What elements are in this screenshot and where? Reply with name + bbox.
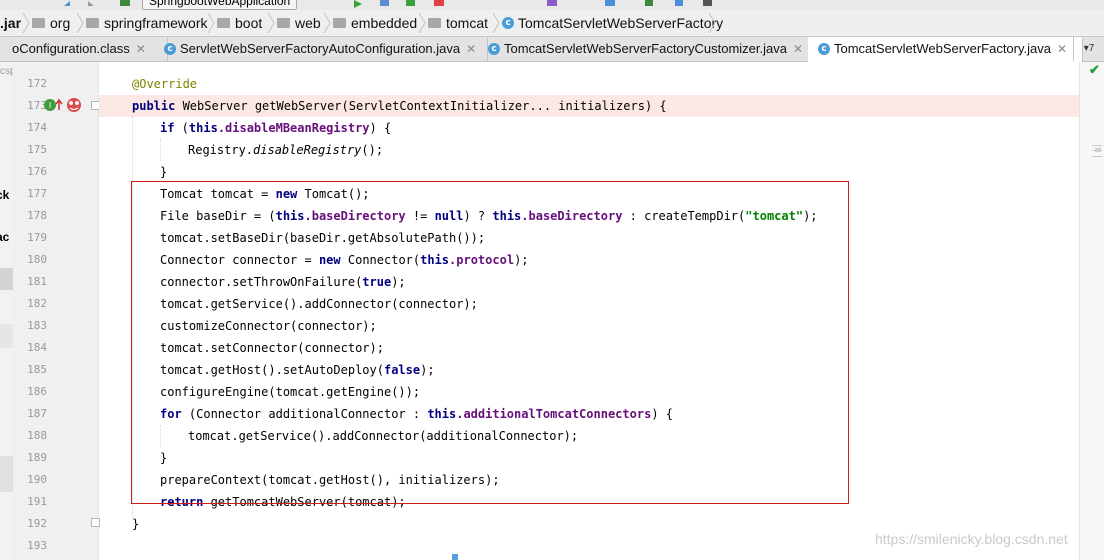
svg-text:I: I bbox=[49, 101, 51, 110]
folder-icon bbox=[277, 18, 290, 29]
breadcrumb-item-embedded[interactable]: embedded bbox=[333, 10, 417, 36]
tree-row[interactable] bbox=[0, 268, 13, 290]
close-icon[interactable]: ✕ bbox=[1057, 42, 1067, 56]
chevron-right-icon bbox=[418, 12, 426, 34]
line-number: 191 bbox=[27, 495, 47, 508]
indent-guide bbox=[160, 139, 161, 161]
breadcrumb-item-web[interactable]: web bbox=[277, 10, 321, 36]
main-toolbar: SpringbootWebApplication bbox=[0, 0, 1104, 10]
line-number: 178 bbox=[27, 209, 47, 222]
side-label[interactable]: ck bbox=[0, 188, 9, 202]
line-number: 185 bbox=[27, 363, 47, 376]
folder-icon bbox=[32, 18, 45, 29]
code-line-174: if (this.disableMBeanRegistry) { bbox=[160, 121, 392, 135]
line-number: 172 bbox=[27, 77, 47, 90]
breadcrumb-item-springframework[interactable]: springframework bbox=[86, 10, 207, 36]
line-number: 182 bbox=[27, 297, 47, 310]
tab-servlet-web-server-factory-auto-configuration[interactable]: c ServletWebServerFactoryAutoConfiguratio… bbox=[156, 37, 488, 61]
line-number: 192 bbox=[27, 517, 47, 530]
line-number: 180 bbox=[27, 253, 47, 266]
editor-tabs: oConfiguration.class ✕ c ServletWebServerF… bbox=[0, 37, 1104, 62]
breadcrumb-item-org[interactable]: org bbox=[32, 10, 70, 36]
folder-icon bbox=[86, 18, 99, 29]
tab-label: ServletWebServerFactoryAutoConfiguration… bbox=[180, 41, 461, 56]
chevron-right-icon bbox=[492, 12, 500, 34]
code-line-175: Registry.disableRegistry(); bbox=[188, 143, 384, 157]
line-number: 181 bbox=[27, 275, 47, 288]
folder-icon bbox=[428, 18, 441, 29]
code-line-172: @Override bbox=[132, 77, 198, 91]
class-icon: c bbox=[818, 42, 830, 55]
project-panel: csp ck ac bbox=[0, 62, 14, 560]
tree-row[interactable] bbox=[0, 456, 13, 492]
close-icon[interactable]: ✕ bbox=[793, 42, 803, 56]
line-number: 193 bbox=[27, 539, 47, 552]
navigate-arrows-icon[interactable] bbox=[60, 0, 100, 8]
line-number: 187 bbox=[27, 407, 47, 420]
debug-bug-icon[interactable] bbox=[64, 95, 84, 115]
line-number: 179 bbox=[27, 231, 47, 244]
line-number: 190 bbox=[27, 473, 47, 486]
chevron-right-icon bbox=[323, 12, 331, 34]
breadcrumb-item-boot[interactable]: boot bbox=[217, 10, 262, 36]
line-number: 183 bbox=[27, 319, 47, 332]
inspection-ok-icon[interactable]: ✔ bbox=[1089, 62, 1100, 78]
class-icon: c bbox=[488, 42, 500, 55]
chevron-right-icon bbox=[207, 12, 215, 34]
line-number: 188 bbox=[27, 429, 47, 442]
chevron-right-icon bbox=[22, 12, 30, 34]
class-icon: c bbox=[164, 42, 176, 55]
line-number: 184 bbox=[27, 341, 47, 354]
breadcrumb-item-class[interactable]: c TomcatServletWebServerFactory bbox=[502, 10, 723, 36]
vcs-tools-icons[interactable] bbox=[545, 0, 715, 8]
tab-overflow-button[interactable]: ▾7 bbox=[1073, 37, 1104, 61]
run-debug-stop-icons[interactable] bbox=[350, 0, 460, 8]
tab-label: oConfiguration.class bbox=[12, 41, 130, 56]
line-number: 189 bbox=[27, 451, 47, 464]
run-configuration-selector[interactable]: SpringbootWebApplication bbox=[142, 0, 298, 10]
line-number: 177 bbox=[27, 187, 47, 200]
code-line-176: } bbox=[160, 165, 168, 179]
code-line-173: public WebServer getWebServer(ServletCon… bbox=[132, 99, 667, 113]
line-number: 173 bbox=[27, 99, 47, 112]
tab-tomcat-factory-customizer[interactable]: c TomcatServletWebServerFactoryCustomizer… bbox=[480, 37, 816, 61]
tab-auto-configuration-class[interactable]: oConfiguration.class ✕ bbox=[0, 37, 168, 61]
error-stripe bbox=[1079, 62, 1104, 560]
chevron-right-icon bbox=[708, 12, 716, 34]
editor-gutter: 172 173 174 175 176 177 178 179 180 181 … bbox=[13, 62, 100, 560]
stripe-mark[interactable] bbox=[1092, 145, 1102, 146]
tab-tomcat-servlet-web-server-factory[interactable]: c TomcatServletWebServerFactory.java ✕ bbox=[808, 37, 1083, 62]
side-label[interactable]: ac bbox=[0, 230, 9, 244]
line-number: 175 bbox=[27, 143, 47, 156]
chevron-right-icon bbox=[267, 12, 275, 34]
side-label: csp bbox=[0, 66, 13, 77]
breadcrumb-jar[interactable]: .jar bbox=[0, 10, 21, 36]
tab-label: TomcatServletWebServerFactoryCustomizer.… bbox=[504, 41, 787, 56]
folder-icon bbox=[217, 18, 230, 29]
breadcrumb-item-tomcat[interactable]: tomcat bbox=[428, 10, 488, 36]
line-number: 186 bbox=[27, 385, 47, 398]
class-icon: c bbox=[502, 17, 514, 30]
line-number: 176 bbox=[27, 165, 47, 178]
close-icon[interactable]: ✕ bbox=[136, 42, 146, 56]
breadcrumb: .jar org springframework boot web embedd… bbox=[0, 10, 1104, 37]
caret-marker bbox=[452, 554, 458, 560]
line-number: 174 bbox=[27, 121, 47, 134]
red-annotation-box bbox=[131, 181, 849, 504]
watermark: https://smilenicky.blog.csdn.net bbox=[875, 531, 1068, 547]
code-line-192: } bbox=[132, 517, 140, 531]
stripe-mark[interactable] bbox=[1092, 156, 1102, 157]
tab-label: TomcatServletWebServerFactory.java bbox=[834, 41, 1051, 56]
folder-icon bbox=[333, 18, 346, 29]
build-icon[interactable] bbox=[118, 0, 138, 8]
scroll-thumb[interactable] bbox=[1095, 148, 1101, 152]
tree-row[interactable] bbox=[0, 324, 13, 348]
chevron-right-icon bbox=[76, 12, 84, 34]
close-icon[interactable]: ✕ bbox=[466, 42, 476, 56]
